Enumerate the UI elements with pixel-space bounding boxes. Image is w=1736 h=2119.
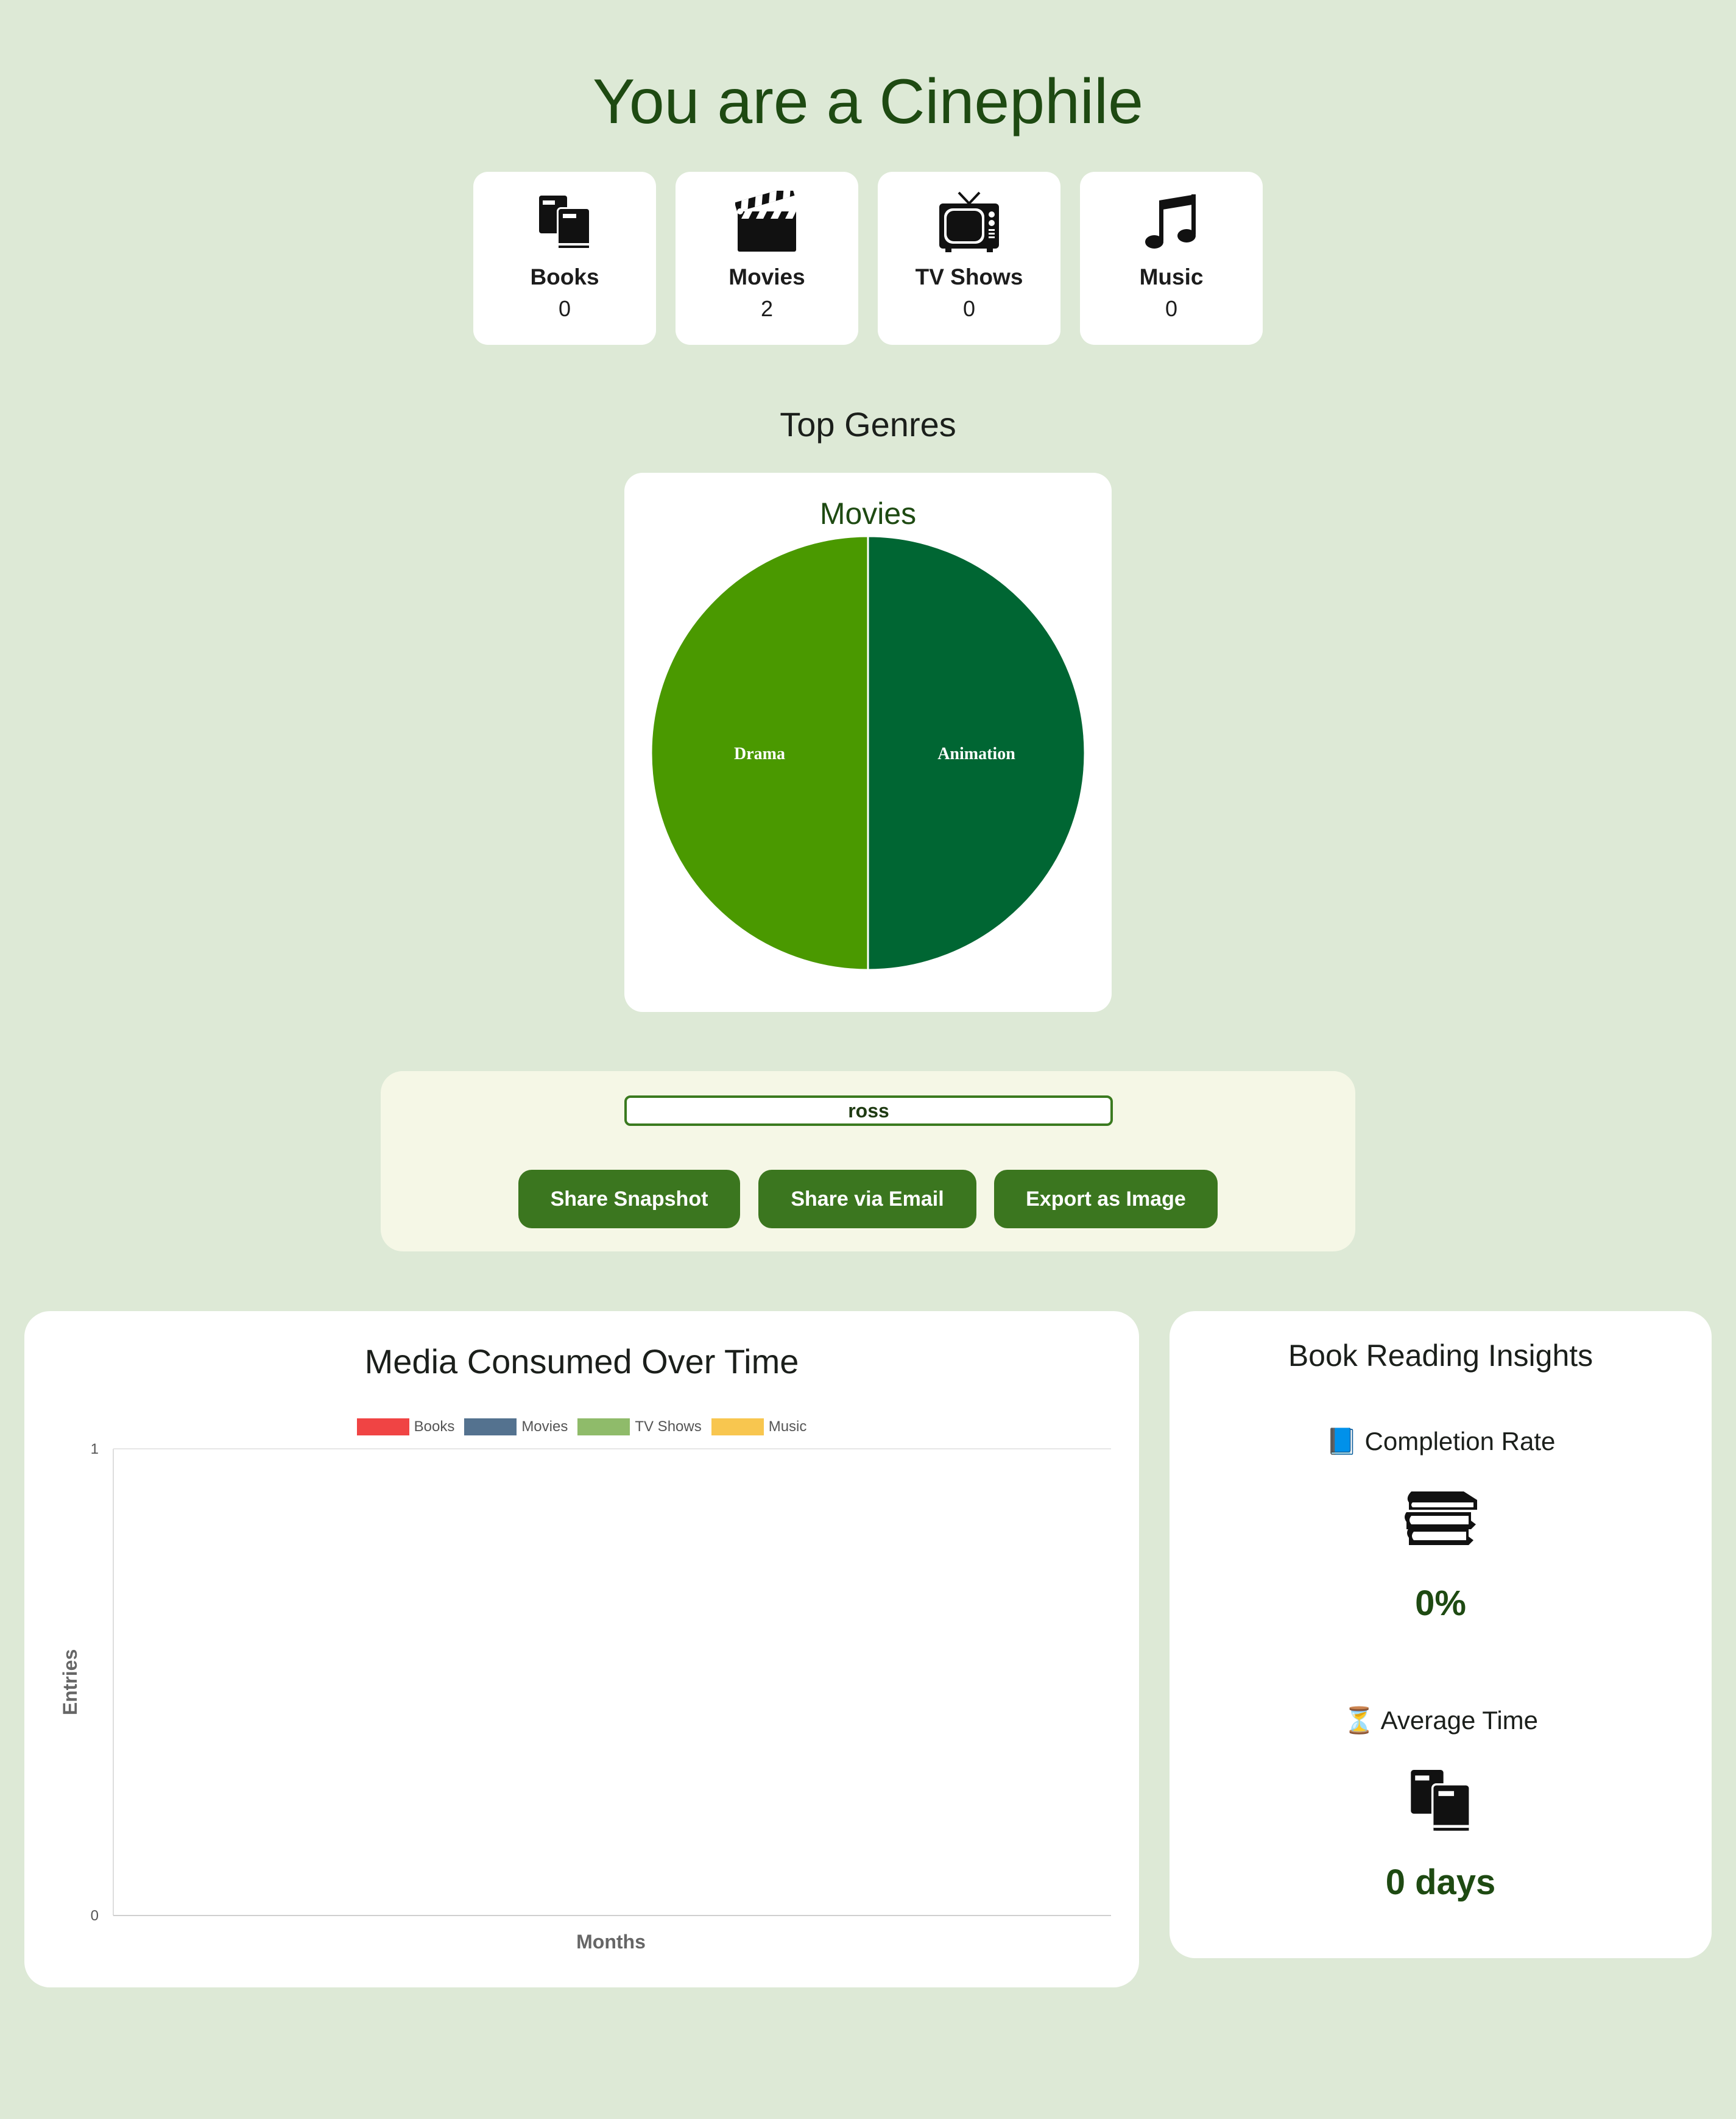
- pie-slice-label: Animation: [937, 745, 1015, 763]
- media-chart-card: Media Consumed Over Time Books Movies TV…: [24, 1311, 1139, 1987]
- completion-rate-label: 📘 Completion Rate: [1325, 1427, 1556, 1456]
- stat-value: 0: [962, 296, 976, 321]
- stat-card-music[interactable]: Music 0: [1080, 172, 1263, 345]
- stat-card-books[interactable]: Books 0: [473, 172, 656, 345]
- stat-value: 0: [1165, 296, 1178, 321]
- stat-label: TV Shows: [915, 264, 1023, 289]
- pie-title: Movies: [819, 497, 917, 531]
- stat-label: Books: [530, 264, 599, 289]
- tv-icon: [878, 189, 1060, 256]
- books-icon: [1170, 1766, 1712, 1836]
- stat-value: 0: [558, 296, 571, 321]
- book-insights-card: Book Reading Insights 📘 Completion Rate …: [1170, 1311, 1712, 1958]
- y-tick-label: 0: [91, 1908, 99, 1924]
- genre-pie-chart: Drama Animation: [650, 535, 1086, 971]
- stat-card-tv-shows[interactable]: TV Shows 0: [878, 172, 1060, 345]
- export-as-image-button[interactable]: Export as Image: [994, 1170, 1218, 1228]
- stat-label: Music: [1139, 264, 1204, 289]
- media-line-chart: 1 0 Entries Months: [59, 1441, 1111, 1953]
- stat-value: 2: [760, 296, 774, 321]
- average-time-value: 0 days: [1385, 1863, 1496, 1902]
- genre-pie-card: Movies Drama Animation: [624, 473, 1112, 1012]
- top-genres-heading: Top Genres: [780, 405, 956, 444]
- y-tick-label: 1: [91, 1441, 99, 1457]
- music-notes-icon: [1080, 189, 1263, 256]
- stat-label: Movies: [729, 264, 805, 289]
- share-panel: Share Snapshot Share via Email Export as…: [381, 1071, 1355, 1251]
- books-icon: [473, 189, 656, 256]
- username-input[interactable]: [624, 1095, 1113, 1126]
- share-snapshot-button[interactable]: Share Snapshot: [518, 1170, 740, 1228]
- completion-rate-value: 0%: [1415, 1583, 1466, 1623]
- stacked-books-icon: [1170, 1489, 1712, 1550]
- share-via-email-button[interactable]: Share via Email: [758, 1170, 976, 1228]
- stat-card-movies[interactable]: Movies 2: [676, 172, 858, 345]
- insights-title: Book Reading Insights: [1288, 1339, 1593, 1373]
- x-axis-title: Months: [576, 1931, 646, 1953]
- average-time-label: ⏳ Average Time: [1343, 1706, 1538, 1735]
- page-title: You are a Cinephile: [593, 66, 1143, 137]
- pie-slice-label: Drama: [734, 745, 785, 763]
- clapperboard-icon: [676, 189, 858, 256]
- y-axis-title: Entries: [59, 1649, 81, 1715]
